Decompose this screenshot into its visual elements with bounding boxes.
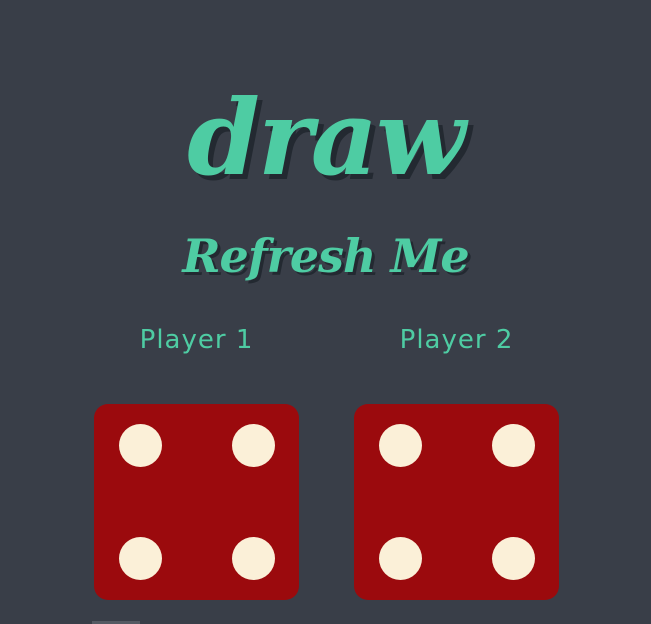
player-2-dice [354,404,559,600]
player-1-dice [94,404,299,600]
player-2-panel: Player 2 [354,310,559,370]
dice-pip [492,537,535,580]
result-title: draw [187,75,465,199]
dice-pip [119,537,162,580]
refresh-prompt: Refresh Me [182,229,469,284]
dice-pip [379,537,422,580]
dice-pip [232,424,275,467]
player-1-panel: Player 1 [94,310,299,370]
dice-pip [379,424,422,467]
dice-pip [119,424,162,467]
dice-pip [232,537,275,580]
player-2-label: Player 2 [399,325,514,355]
dice-pip [492,424,535,467]
player-1-label: Player 1 [139,325,254,355]
